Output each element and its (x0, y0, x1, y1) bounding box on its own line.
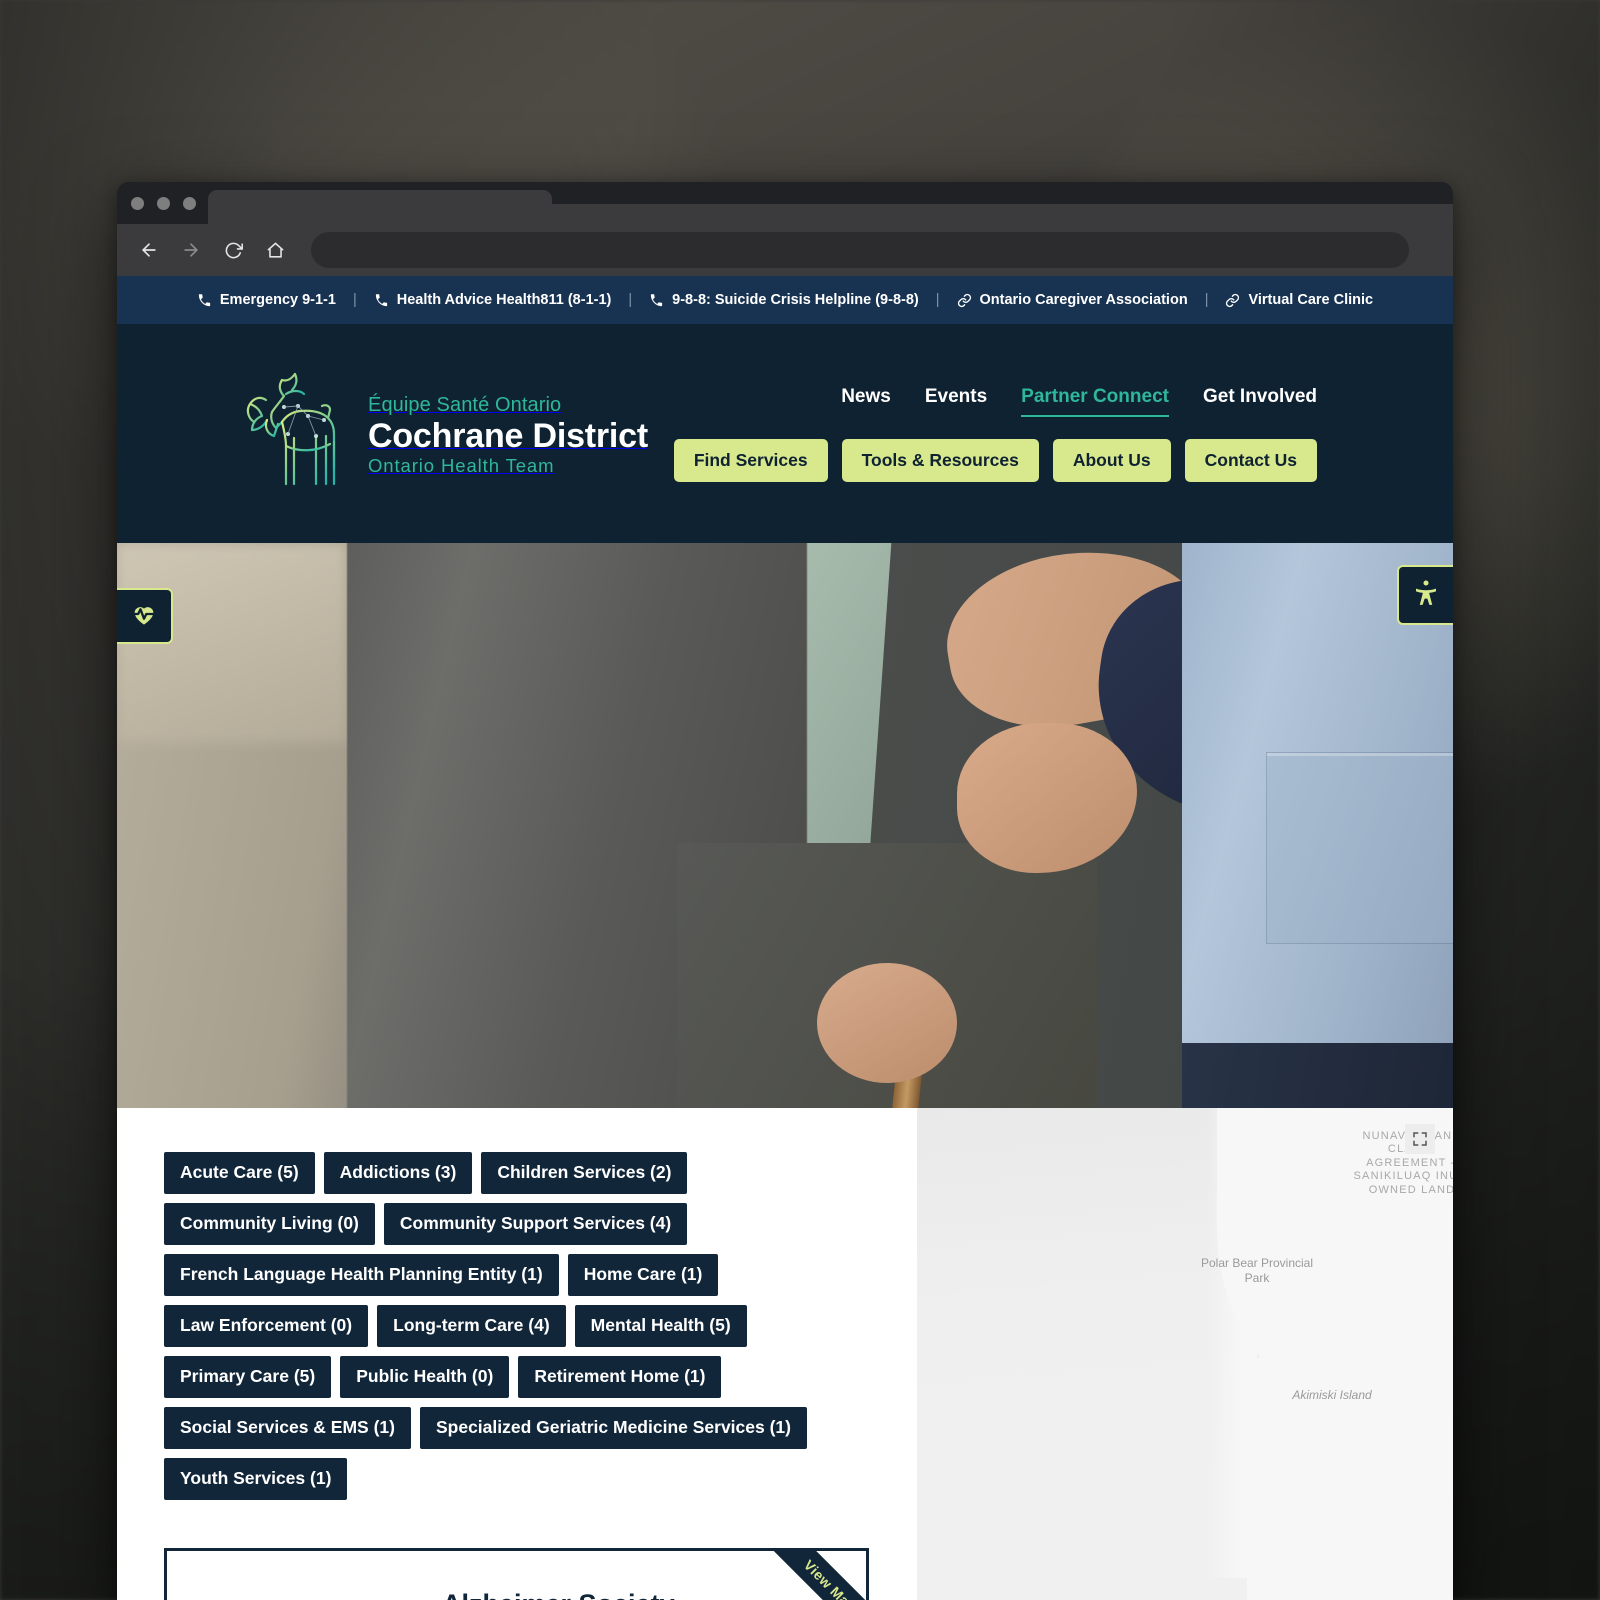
forward-arrow-icon[interactable] (173, 232, 209, 268)
nav-item-get-involved[interactable]: Get Involved (1203, 386, 1317, 417)
nav-item-news[interactable]: News (841, 386, 891, 417)
header-nav: News Events Partner Connect Get Involved… (673, 386, 1317, 482)
filter-tag-public-health[interactable]: Public Health (0) (340, 1356, 510, 1398)
filter-tag-primary-care[interactable]: Primary Care (5) (164, 1356, 332, 1398)
brand-line2: Cochrane District (368, 416, 649, 455)
heart-pulse-icon (130, 600, 158, 633)
partner-card[interactable]: Alzheimer Society The Alzheimer Society … (164, 1548, 869, 1600)
topbar-link-virtualcare[interactable]: Virtual Care Clinic (1225, 292, 1373, 308)
back-arrow-icon[interactable] (131, 232, 167, 268)
topbar-separator: | (352, 292, 357, 308)
filter-tag-youth-services[interactable]: Youth Services (1) (164, 1458, 348, 1500)
minimize-window-button[interactable] (157, 196, 170, 210)
moose-constellation-logo (242, 372, 352, 495)
category-filter-list: Acute Care (5) Addictions (3) Children S… (164, 1152, 864, 1500)
close-window-button[interactable] (131, 196, 144, 210)
topbar-link-988[interactable]: 9-8-8: Suicide Crisis Helpline (9-8-8) (649, 292, 919, 308)
map-coastline (1207, 1108, 1257, 1578)
accessibility-button[interactable] (1397, 565, 1453, 625)
filter-tag-addictions[interactable]: Addictions (3) (323, 1152, 473, 1194)
health-quicklink-button[interactable] (117, 588, 173, 644)
brand-line1: Équipe Santé Ontario (368, 393, 562, 416)
filter-tag-social-services-ems[interactable]: Social Services & EMS (1) (164, 1407, 411, 1449)
browser-tab[interactable] (208, 190, 552, 224)
topbar-link-label: Ontario Caregiver Association (979, 292, 1188, 308)
tabstrip-filler (552, 204, 1453, 224)
site-logo[interactable]: Équipe Santé Ontario Cochrane District O… (242, 372, 648, 495)
link-icon (1225, 293, 1240, 308)
topbar-link-label: Emergency 9-1-1 (219, 292, 336, 308)
reload-icon[interactable] (215, 232, 251, 268)
window-controls[interactable] (131, 196, 196, 210)
hero-photo (117, 543, 1453, 1108)
directory-column: Acute Care (5) Addictions (3) Children S… (117, 1108, 917, 1600)
hero-section: Partner Connect Explore and celebrate ou… (117, 543, 1453, 1108)
browser-toolbar (117, 224, 1453, 276)
map-panel[interactable]: NUNAVUT LAND CLAIMS AGREEMENT – SANIKILU… (917, 1108, 1453, 1600)
map-label-nunavut: NUNAVUT LAND CLAIMS AGREEMENT – SANIKILU… (1353, 1130, 1454, 1196)
brand-line3: Ontario Health Team (368, 455, 555, 477)
nav-item-events[interactable]: Events (925, 386, 987, 417)
nav-item-partner-connect[interactable]: Partner Connect (1021, 386, 1169, 417)
content-area: Acute Care (5) Addictions (3) Children S… (117, 1108, 1453, 1600)
accessibility-icon (1411, 578, 1441, 613)
topbar-link-caregiver[interactable]: Ontario Caregiver Association (957, 292, 1188, 308)
filter-tag-community-living[interactable]: Community Living (0) (164, 1203, 375, 1245)
filter-tag-french-language-health-planning-entity[interactable]: French Language Health Planning Entity (… (164, 1254, 559, 1296)
filter-tag-acute-care[interactable]: Acute Care (5) (164, 1152, 315, 1194)
header-buttons: Find Services Tools & Resources About Us… (673, 438, 1317, 482)
brand-text: Équipe Santé Ontario Cochrane District O… (368, 390, 648, 477)
map-label-polar-bear-park: Polar Bear Provincial Park (1200, 1256, 1314, 1285)
utility-topbar: Emergency 9-1-1 | Health Advice Health81… (117, 276, 1453, 324)
topbar-link-label: 9-8-8: Suicide Crisis Helpline (9-8-8) (672, 292, 919, 308)
find-services-button[interactable]: Find Services (673, 438, 828, 482)
tools-resources-button[interactable]: Tools & Resources (841, 438, 1039, 482)
partner-logo (167, 1551, 442, 1600)
filter-tag-specialized-geriatric-medicine-services[interactable]: Specialized Geriatric Medicine Services … (419, 1407, 807, 1449)
topbar-separator: | (935, 292, 940, 308)
topbar-link-emergency[interactable]: Emergency 9-1-1 (197, 292, 336, 308)
site-header: Équipe Santé Ontario Cochrane District O… (117, 324, 1453, 543)
topbar-link-label: Health Advice Health811 (8-1-1) (396, 292, 612, 308)
partner-name: Alzheimer Society (442, 1589, 822, 1600)
primary-nav: News Events Partner Connect Get Involved (841, 386, 1317, 417)
phone-icon (374, 293, 389, 308)
about-us-button[interactable]: About Us (1052, 438, 1171, 482)
filter-tag-community-support-services[interactable]: Community Support Services (4) (383, 1203, 688, 1245)
filter-tag-long-term-care[interactable]: Long-term Care (4) (377, 1305, 566, 1347)
maximize-window-button[interactable] (183, 196, 196, 210)
filter-tag-mental-health[interactable]: Mental Health (5) (574, 1305, 747, 1347)
address-bar[interactable] (311, 232, 1409, 268)
map-label-akimiski-island: Akimiski Island (1292, 1388, 1372, 1402)
filter-tag-children-services[interactable]: Children Services (2) (481, 1152, 688, 1194)
phone-icon (649, 293, 664, 308)
expand-icon[interactable] (1405, 1124, 1435, 1154)
website-viewport: Emergency 9-1-1 | Health Advice Health81… (117, 276, 1453, 1600)
phone-icon (197, 293, 212, 308)
browser-window: Emergency 9-1-1 | Health Advice Health81… (117, 182, 1453, 1600)
filter-tag-home-care[interactable]: Home Care (1) (567, 1254, 719, 1296)
filter-tag-retirement-home[interactable]: Retirement Home (1) (518, 1356, 722, 1398)
home-icon[interactable] (257, 232, 293, 268)
link-icon (957, 293, 972, 308)
browser-tabstrip (117, 182, 1453, 224)
filter-tag-law-enforcement[interactable]: Law Enforcement (0) (164, 1305, 369, 1347)
topbar-link-label: Virtual Care Clinic (1248, 292, 1374, 308)
contact-us-button[interactable]: Contact Us (1184, 438, 1317, 482)
topbar-separator: | (1204, 292, 1209, 308)
topbar-separator: | (628, 292, 633, 308)
topbar-link-health811[interactable]: Health Advice Health811 (8-1-1) (374, 292, 612, 308)
